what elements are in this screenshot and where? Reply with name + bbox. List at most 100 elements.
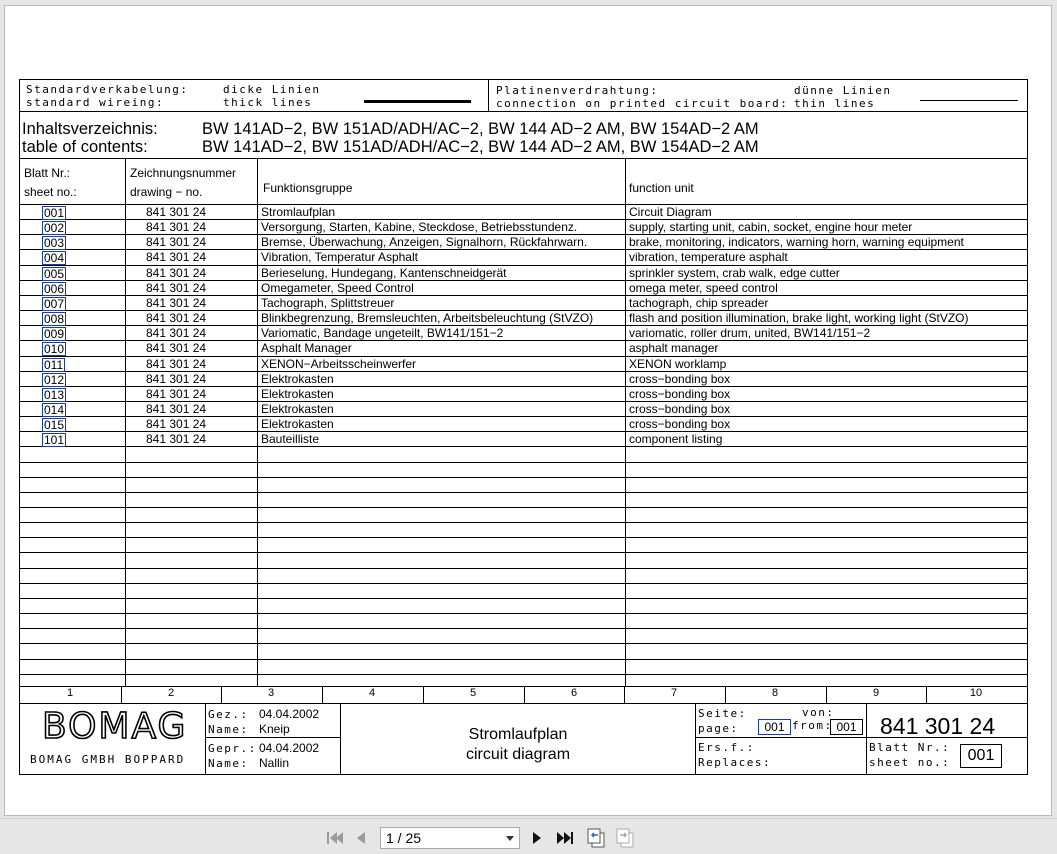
function-group-cell: Omegameter, Speed Control bbox=[261, 281, 414, 295]
sheet-number-link[interactable]: 001 bbox=[42, 206, 67, 220]
drawing-number: 841 301 24 bbox=[880, 713, 996, 739]
replaces-labels: Ers.f.: Replaces: bbox=[698, 740, 771, 770]
checked-values: 04.04.2002 Nallin bbox=[259, 741, 319, 771]
function-group-cell: Variomatic, Bandage ungeteilt, BW141/151… bbox=[261, 326, 504, 340]
function-group-cell: Bremse, Überwachung, Anzeigen, Signalhor… bbox=[261, 235, 588, 249]
row-rule bbox=[20, 583, 1027, 584]
tb-divider-1 bbox=[205, 703, 206, 774]
function-unit-cell: cross−bonding box bbox=[629, 387, 731, 401]
row-rule bbox=[20, 598, 1027, 599]
tb-rule-names bbox=[205, 737, 340, 738]
drawing-number-cell: 841 301 24 bbox=[146, 311, 207, 325]
function-group-cell: Elektrokasten bbox=[261, 372, 334, 386]
toc-table: 001 841 301 24 Stromlaufplan Circuit Diagra… bbox=[20, 80, 1027, 686]
table-row: 003 841 301 24 Bremse, Überwachung, Anzeig… bbox=[20, 235, 1027, 250]
sheet-number-link[interactable]: 101 bbox=[42, 433, 67, 447]
sheet-no-value: 001 bbox=[960, 744, 1002, 768]
sheet-number-link[interactable]: 004 bbox=[42, 251, 67, 265]
function-group-cell: Elektrokasten bbox=[261, 417, 334, 431]
document-title-de: Stromlaufplan bbox=[468, 726, 568, 743]
drawing-sheet: Standardverkabelung: standard wireing: d… bbox=[19, 79, 1028, 775]
sheet-number-link[interactable]: 010 bbox=[42, 342, 67, 356]
grid-number-band: 1 2 3 4 5 6 7 8 9 10 bbox=[20, 686, 1027, 703]
drawing-number-cell: 841 301 24 bbox=[146, 326, 207, 340]
sheet-number-link[interactable]: 006 bbox=[42, 282, 67, 296]
sheet-number-link[interactable]: 015 bbox=[42, 418, 67, 432]
checked-label-en: Name: bbox=[208, 757, 249, 770]
drawing-number-cell: 841 301 24 bbox=[146, 341, 207, 355]
function-unit-cell: tachograph, chip spreader bbox=[629, 296, 769, 310]
next-view-icon[interactable] bbox=[615, 828, 635, 848]
tb-divider-4 bbox=[866, 703, 867, 774]
table-row: 012 841 301 24 Elektrokasten cross−bonding … bbox=[20, 372, 1027, 387]
table-row: 001 841 301 24 Stromlaufplan Circuit Diagra… bbox=[20, 206, 1027, 220]
function-group-cell: Tachograph, Splittstreuer bbox=[261, 296, 395, 310]
function-unit-cell: vibration, temperature asphalt bbox=[629, 250, 788, 264]
tb-divider-3 bbox=[695, 703, 696, 774]
table-row: 013 841 301 24 Elektrokasten cross−bonding … bbox=[20, 387, 1027, 402]
sheet-number-link[interactable]: 013 bbox=[42, 388, 67, 402]
drawing-number-cell: 841 301 24 bbox=[146, 281, 207, 295]
sheet-number-link[interactable]: 011 bbox=[42, 358, 66, 372]
row-rule bbox=[20, 552, 1027, 553]
function-unit-cell: brake, monitoring, indicators, warning h… bbox=[629, 235, 964, 249]
drawing-number-cell: 841 301 24 bbox=[146, 402, 207, 416]
sheet-number-link[interactable]: 008 bbox=[42, 312, 67, 326]
function-group-cell: Bauteilliste bbox=[261, 432, 320, 446]
previous-view-icon[interactable] bbox=[586, 828, 606, 848]
table-row: 015 841 301 24 Elektrokasten cross−bonding … bbox=[20, 417, 1027, 432]
table-row: 005 841 301 24 Berieselung, Hundegang, Kan… bbox=[20, 266, 1027, 281]
row-rule bbox=[20, 659, 1027, 660]
next-page-icon[interactable] bbox=[531, 831, 543, 845]
grid-number: 5 bbox=[469, 687, 477, 699]
function-group-cell: XENON−Arbeitsscheinwerfer bbox=[261, 357, 417, 371]
row-rule bbox=[20, 643, 1027, 644]
function-unit-cell: supply, starting unit, cabin, socket, en… bbox=[629, 220, 913, 234]
of-label-de: von: bbox=[802, 706, 835, 719]
previous-page-icon[interactable] bbox=[355, 831, 367, 845]
checked-labels: Gepr.: Name: bbox=[208, 741, 257, 771]
function-group-cell: Vibration, Temperatur Asphalt bbox=[261, 250, 418, 264]
sheet-number-link[interactable]: 005 bbox=[42, 267, 67, 281]
grid-number: 7 bbox=[670, 687, 678, 699]
function-group-cell: Blinkbegrenzung, Bremsleuchten, Arbeitsb… bbox=[261, 311, 594, 325]
function-unit-cell: flash and position illumination, brake l… bbox=[629, 311, 969, 325]
first-page-icon[interactable] bbox=[326, 831, 344, 845]
function-unit-cell: variomatic, roller drum, united, BW141/1… bbox=[629, 326, 871, 340]
drawn-date: 04.04.2002 bbox=[259, 707, 320, 721]
sheet-no-labels: Blatt Nr.: sheet no.: bbox=[869, 740, 950, 770]
drawn-label-de: Gez.: bbox=[208, 708, 249, 721]
function-unit-cell: asphalt manager bbox=[629, 341, 719, 355]
sheet-number-link[interactable]: 002 bbox=[42, 221, 67, 235]
replaces-label-en: Replaces: bbox=[698, 756, 772, 769]
sheet-number-link[interactable]: 009 bbox=[42, 327, 67, 341]
sheet-no-label-en: sheet no.: bbox=[869, 756, 951, 769]
table-row: 101 841 301 24 Bauteilliste component listi… bbox=[20, 432, 1027, 447]
function-unit-cell: component listing bbox=[629, 432, 723, 446]
drawing-number-cell: 841 301 24 bbox=[146, 250, 207, 264]
sheet-number-link[interactable]: 012 bbox=[42, 373, 67, 387]
sheet-number-link[interactable]: 003 bbox=[42, 236, 67, 250]
drawn-labels: Gez.: Name: bbox=[208, 707, 249, 737]
drawing-number-cell: 841 301 24 bbox=[146, 357, 207, 371]
page-label-en: page: bbox=[698, 722, 739, 735]
sheet-number-link[interactable]: 007 bbox=[42, 297, 67, 311]
row-rule bbox=[20, 568, 1027, 569]
function-unit-cell: cross−bonding box bbox=[629, 402, 731, 416]
function-unit-cell: cross−bonding box bbox=[629, 372, 731, 386]
row-rule bbox=[20, 492, 1027, 493]
sheet-number-link[interactable]: 014 bbox=[42, 403, 67, 417]
grid-number: 1 bbox=[66, 687, 74, 699]
table-row: 006 841 301 24 Omegameter, Speed Control om… bbox=[20, 281, 1027, 296]
function-unit-cell: sprinkler system, crab walk, edge cutter bbox=[629, 266, 840, 280]
page-select[interactable]: 1 / 25 bbox=[380, 827, 520, 849]
table-row: 008 841 301 24 Blinkbegrenzung, Bremsleuch… bbox=[20, 311, 1027, 326]
last-page-icon[interactable] bbox=[556, 831, 574, 845]
page-labels: Seite: page: bbox=[698, 706, 747, 736]
row-rule bbox=[20, 613, 1027, 614]
grid-band-bottom bbox=[20, 703, 1027, 704]
drawing-number-cell: 841 301 24 bbox=[146, 266, 207, 280]
drawing-number-cell: 841 301 24 bbox=[146, 372, 207, 386]
row-rule bbox=[20, 446, 1027, 447]
row-rule bbox=[20, 477, 1027, 478]
